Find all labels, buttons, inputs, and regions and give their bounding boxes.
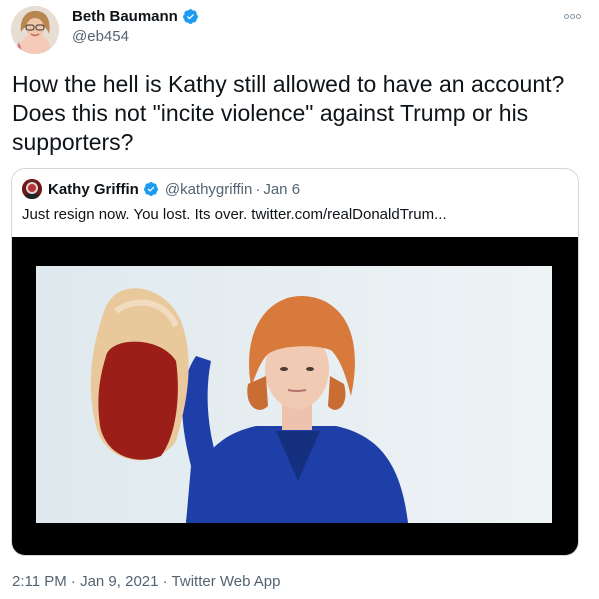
quoted-tweet-text: Just resign now. You lost. Its over. twi… [22,206,447,223]
quoted-tweet-card[interactable]: Kathy Griffin @kathygriffin · Jan 6 Just… [11,168,579,556]
quoted-display-name[interactable]: Kathy Griffin [48,181,139,198]
quoted-tweet-header: Kathy Griffin @kathygriffin · Jan 6 [22,179,300,199]
verified-badge-icon [182,9,198,24]
quoted-verified-badge-icon [143,182,158,196]
author-handle[interactable]: @eb454 [72,28,129,45]
quoted-author-avatar [22,179,42,199]
tweet-text: How the hell is Kathy still allowed to h… [12,71,565,155]
quoted-separator: · [255,180,261,198]
user-avatar-photo-icon [11,6,59,54]
photo-image-icon [36,266,552,523]
author-avatar[interactable] [11,6,59,54]
author-name-row: Beth Baumann [72,8,199,25]
quoted-tweet-media[interactable] [12,237,578,555]
more-options-icon[interactable] [563,8,581,22]
quoted-date[interactable]: Jan 6 [263,181,300,198]
tweet-timestamp-source[interactable]: 2:11 PM · Jan 9, 2021 · Twitter Web App [12,573,280,590]
author-display-name[interactable]: Beth Baumann [72,8,178,25]
quoted-avatar-photo-icon [22,179,42,199]
quoted-handle[interactable]: @kathygriffin [165,181,253,198]
